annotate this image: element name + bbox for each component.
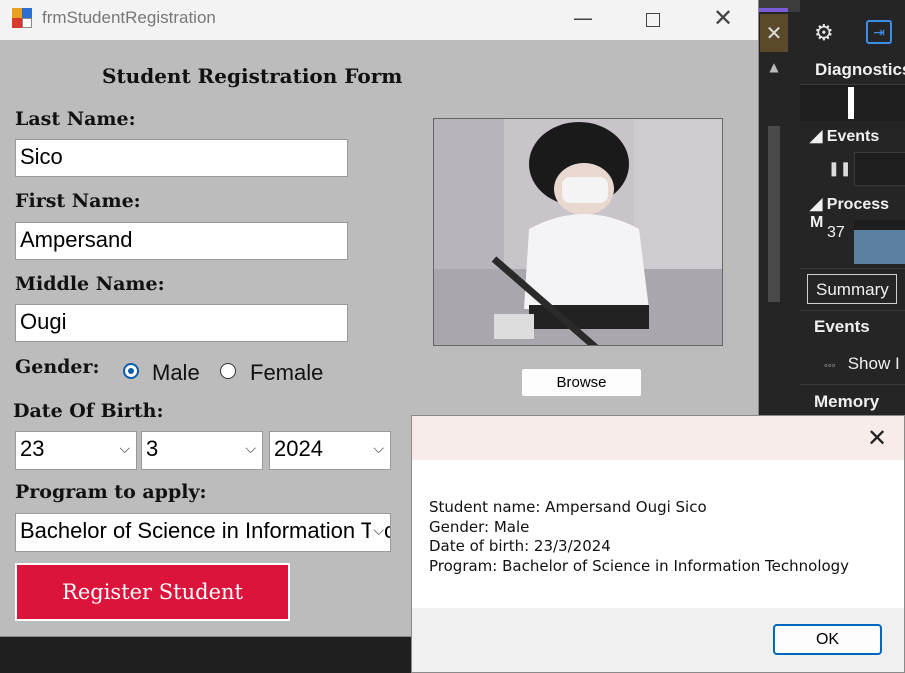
first-name-field[interactable]: Ampersand [15, 222, 348, 260]
message-line-dob: Date of birth: 23/3/2024 [429, 537, 611, 555]
timeline-marker [848, 87, 854, 119]
message-line-program: Program: Bachelor of Science in Informat… [429, 556, 850, 575]
program-select[interactable]: Bachelor of Science in Information Techn… [15, 513, 391, 552]
chevron-down-icon: ⌵ [371, 522, 384, 539]
events-row: Events [800, 310, 905, 343]
tab-summary[interactable]: Summary [807, 274, 897, 304]
pause-icon[interactable]: ❚❚ [828, 160, 851, 177]
dob-day-select[interactable]: 23 ⌵ [15, 431, 137, 470]
app-icon [12, 8, 32, 28]
maximize-icon [646, 12, 660, 27]
gender-male-radio[interactable] [123, 363, 139, 379]
diagnostics-title: Diagnostics [815, 60, 905, 79]
dob-year-select[interactable]: 2024 ⌵ [269, 431, 391, 470]
collapse-icon: ◢ [810, 196, 823, 213]
dob-label: Date Of Birth: [13, 400, 164, 422]
message-text: Student name: Ampersand Ougi Sico Gender… [429, 498, 849, 576]
last-name-label: Last Name: [15, 108, 136, 130]
events-section-header[interactable]: ◢ Events [810, 126, 879, 146]
dob-month-value: 3 [146, 436, 159, 461]
gender-male-label[interactable]: Male [152, 360, 200, 386]
form-heading: Student Registration Form [102, 64, 403, 88]
events-header-label: Events [826, 128, 880, 145]
first-name-label: First Name: [15, 190, 141, 212]
events-row-label: Events [814, 317, 870, 336]
message-line-student-name: Student name: Ampersand Ougi Sico [429, 498, 707, 516]
gender-label: Gender: [15, 356, 100, 378]
show-icon: ◦◦◦ [824, 360, 836, 372]
student-photo [433, 118, 723, 346]
browse-button[interactable]: Browse [521, 368, 642, 397]
show-link-label: Show I [847, 354, 900, 373]
program-label: Program to apply: [15, 481, 207, 503]
ide-active-tab-accent [758, 8, 788, 12]
events-track [854, 152, 905, 186]
memory-graph-fill [854, 230, 905, 264]
chevron-down-icon: ⌵ [117, 440, 130, 457]
scrollbar-thumb[interactable] [768, 126, 780, 302]
message-box: ✕ Student name: Ampersand Ougi Sico Gend… [411, 415, 905, 673]
show-events-link[interactable]: ◦◦◦ Show I [824, 354, 900, 374]
dob-year-value: 2024 [274, 436, 323, 461]
minimize-icon: — [573, 6, 593, 30]
ok-button[interactable]: OK [773, 624, 882, 655]
diagnostics-timeline [800, 84, 905, 121]
window-title: frmStudentRegistration [42, 8, 216, 27]
window-titlebar[interactable]: frmStudentRegistration — ✕ [0, 0, 758, 40]
chevron-down-icon: ⌵ [371, 440, 384, 457]
program-value: Bachelor of Science in Information Techn… [20, 518, 390, 543]
maximize-button[interactable] [618, 0, 688, 40]
collapse-icon: ◢ [810, 128, 823, 145]
process-memory-graph [854, 220, 905, 264]
dob-day-value: 23 [20, 436, 45, 461]
gender-female-label[interactable]: Female [250, 360, 323, 386]
close-icon: ✕ [712, 4, 734, 32]
ide-close-icon[interactable]: ✕ [760, 14, 788, 52]
diagnostics-toolbar: ⚙ ⇥ [800, 12, 905, 52]
middle-name-label: Middle Name: [15, 273, 165, 295]
close-icon[interactable]: ✕ [867, 424, 887, 452]
gender-female-radio[interactable] [220, 363, 236, 379]
memory-usage-row: Memory Us [800, 384, 905, 431]
export-icon[interactable]: ⇥ [866, 20, 892, 44]
ide-scrollbar[interactable]: ▲ [766, 60, 782, 410]
student-photo-image [434, 119, 722, 345]
gear-icon[interactable]: ⚙ [814, 20, 834, 46]
last-name-field[interactable]: Sico [15, 139, 348, 177]
scroll-up-icon[interactable]: ▲ [766, 60, 782, 74]
message-box-titlebar[interactable]: ✕ [412, 416, 904, 460]
dob-month-select[interactable]: 3 ⌵ [141, 431, 263, 470]
message-line-gender: Gender: Male [429, 517, 530, 536]
middle-name-field[interactable]: Ougi [15, 304, 348, 342]
minimize-button[interactable]: — [548, 0, 618, 40]
register-student-button[interactable]: Register Student [15, 563, 290, 621]
process-memory-value: 37 [827, 224, 845, 241]
chevron-down-icon: ⌵ [243, 440, 256, 457]
close-button[interactable]: ✕ [688, 0, 758, 40]
message-box-footer: OK [412, 608, 904, 672]
